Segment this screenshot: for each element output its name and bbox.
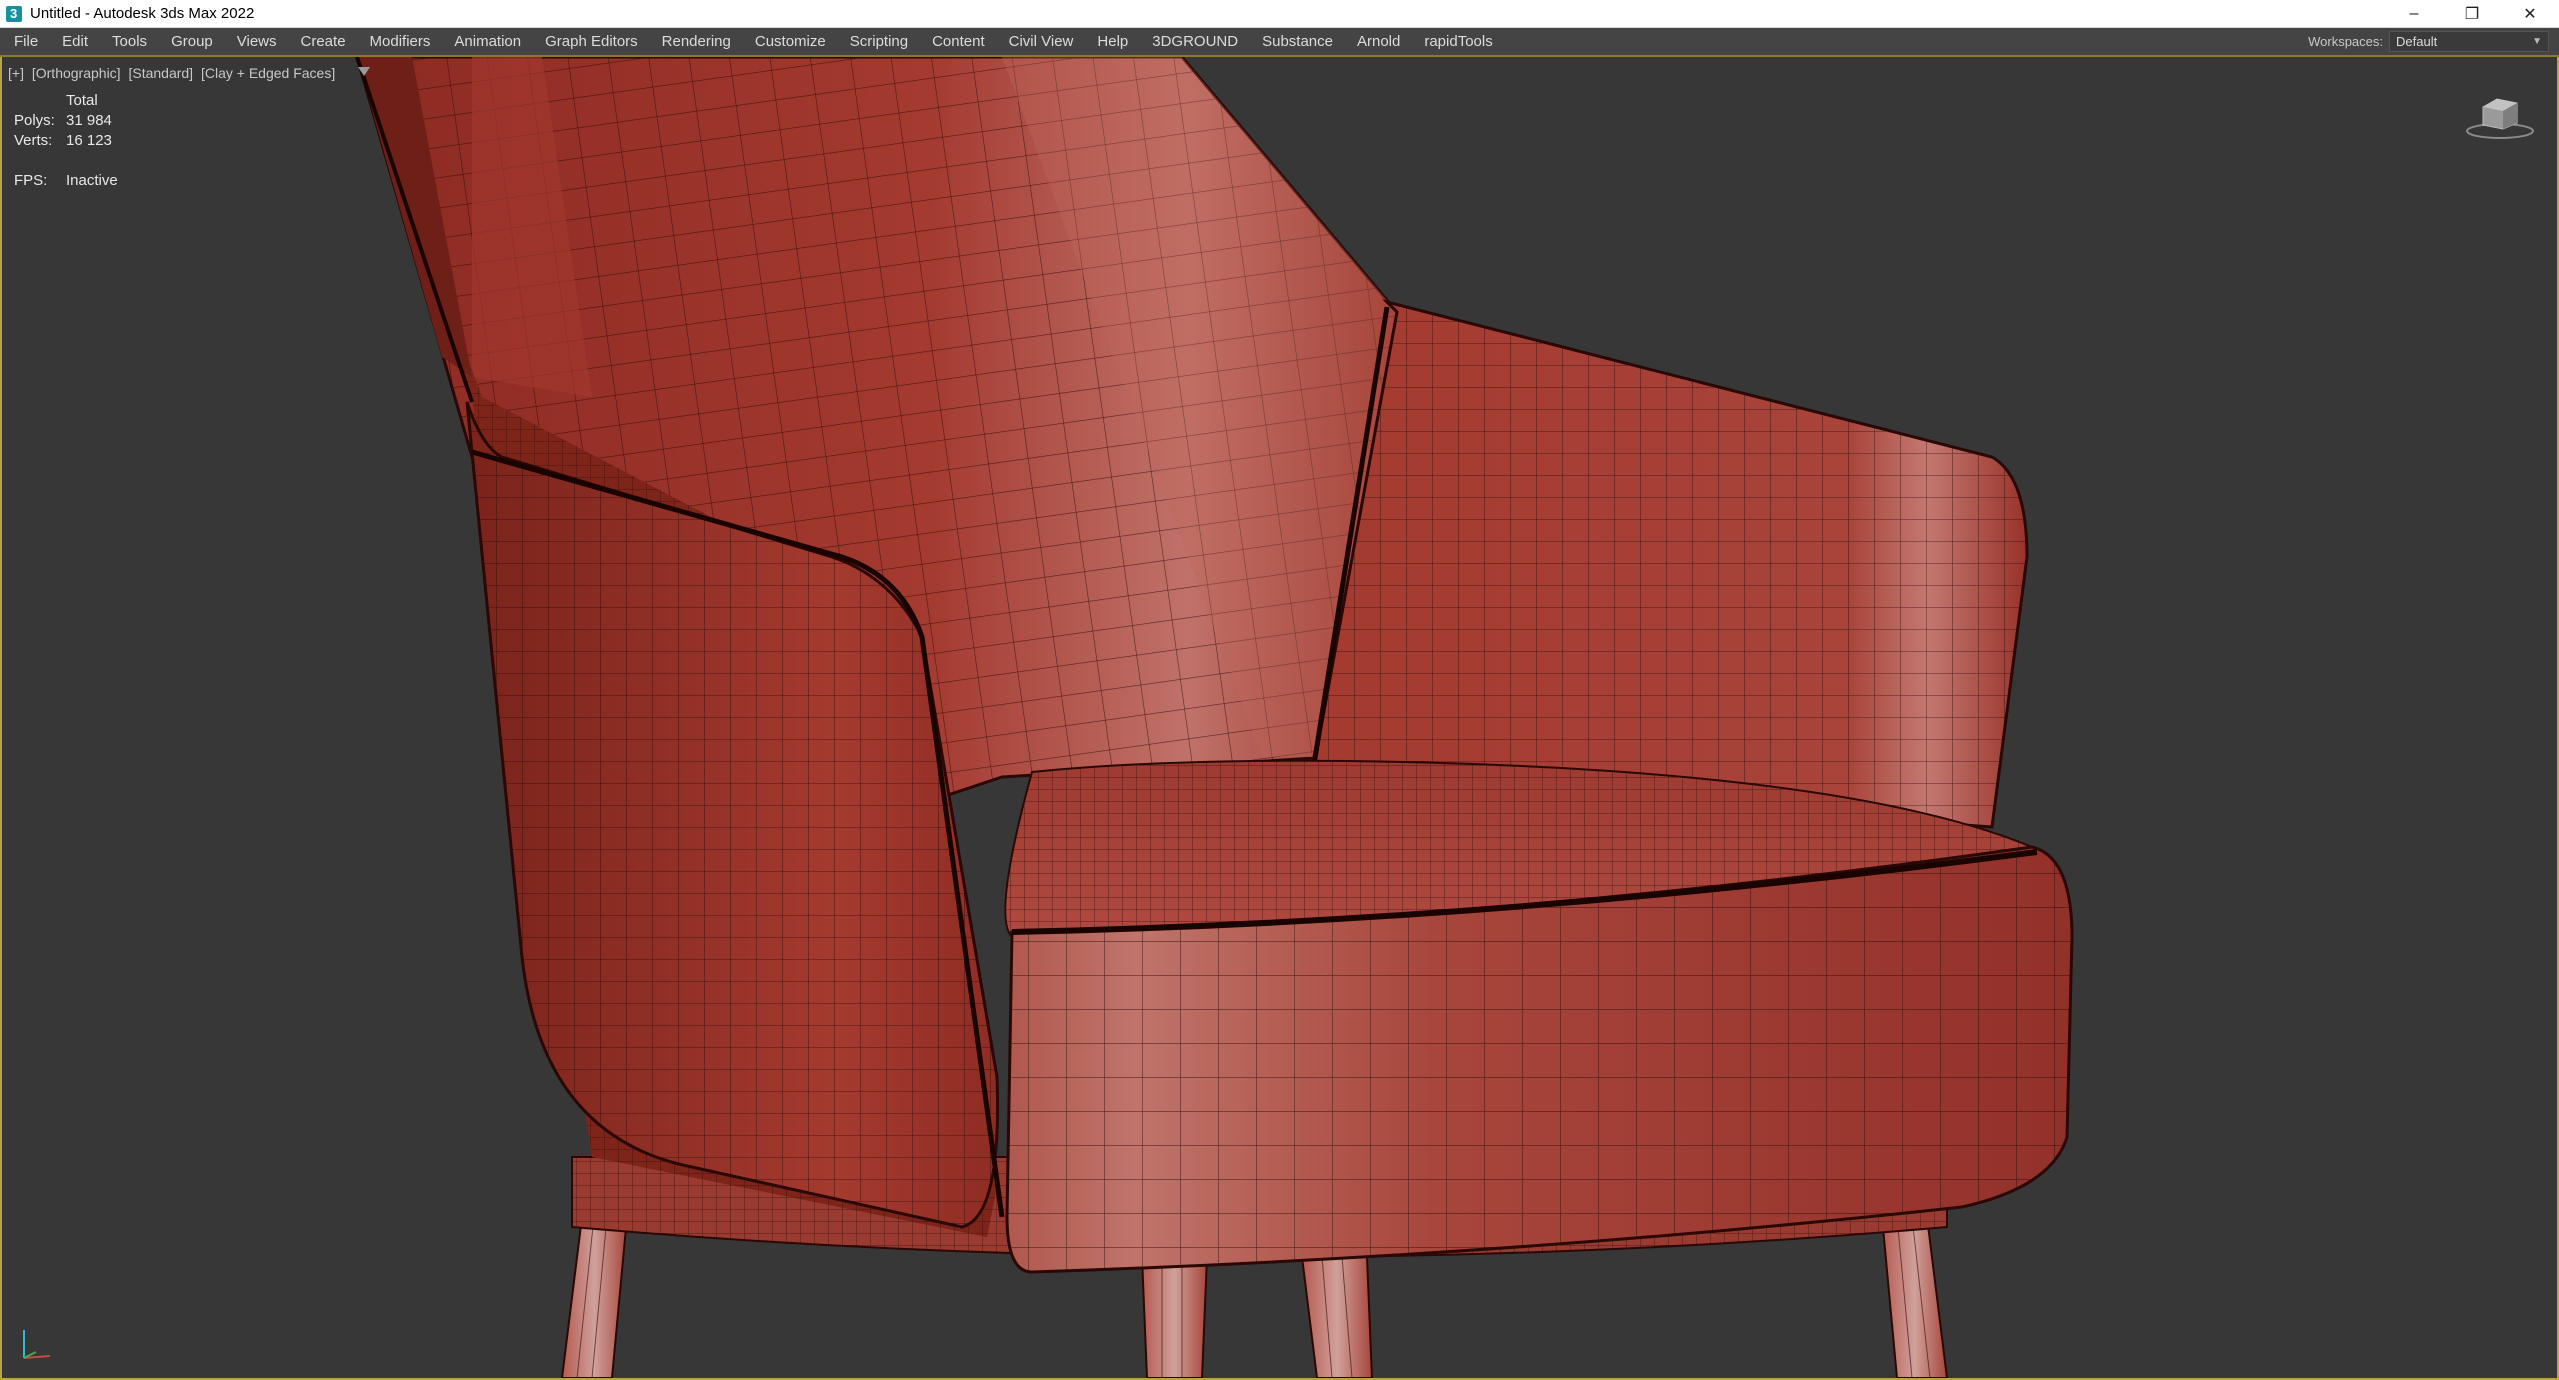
- perspective-viewport[interactable]: [+] [Orthographic] [Standard] [Clay + Ed…: [0, 57, 2559, 1380]
- verts-value: 16 123: [66, 132, 112, 149]
- window-title: Untitled - Autodesk 3ds Max 2022: [30, 5, 255, 22]
- menu-graph-editors[interactable]: Graph Editors: [533, 28, 650, 55]
- fps-value: Inactive: [66, 172, 118, 189]
- fps-label: FPS:: [14, 172, 48, 189]
- viewport-general-menu[interactable]: [+]: [8, 65, 24, 81]
- menu-rapidtools[interactable]: rapidTools: [1412, 28, 1504, 55]
- workspace-label: Workspaces:: [2308, 34, 2383, 49]
- title-bar: Untitled - Autodesk 3ds Max 2022 – ❐ ✕: [0, 0, 2559, 28]
- menu-tools[interactable]: Tools: [100, 28, 159, 55]
- menu-modifiers[interactable]: Modifiers: [358, 28, 443, 55]
- menu-civil-view[interactable]: Civil View: [997, 28, 1086, 55]
- workspace-selector: Workspaces: Default ▼: [2308, 28, 2549, 55]
- menu-customize[interactable]: Customize: [743, 28, 838, 55]
- chair-model-render[interactable]: [2, 57, 2557, 1378]
- menu-rendering[interactable]: Rendering: [650, 28, 743, 55]
- menu-content[interactable]: Content: [920, 28, 997, 55]
- menu-3dground[interactable]: 3DGROUND: [1140, 28, 1250, 55]
- chair-right-arm: [1309, 299, 2029, 829]
- polys-label: Polys:: [14, 112, 55, 129]
- main-menu-bar: File Edit Tools Group Views Create Modif…: [0, 28, 2559, 57]
- menu-help[interactable]: Help: [1085, 28, 1140, 55]
- workspace-value: Default: [2396, 34, 2438, 49]
- filter-icon[interactable]: [358, 67, 370, 76]
- window-controls: – ❐ ✕: [2385, 0, 2559, 28]
- viewport-statistics: Total Polys: 31 984 Verts: 16 123 FPS: Inac…: [14, 91, 118, 191]
- viewport-display-style-menu[interactable]: [Clay + Edged Faces]: [201, 65, 335, 81]
- chevron-down-icon: ▼: [2532, 36, 2542, 47]
- axis-tripod-icon: [23, 1330, 51, 1359]
- menu-substance[interactable]: Substance: [1250, 28, 1345, 55]
- menu-arnold[interactable]: Arnold: [1345, 28, 1412, 55]
- workspace-dropdown[interactable]: Default ▼: [2389, 31, 2549, 52]
- menu-scripting[interactable]: Scripting: [838, 28, 920, 55]
- viewport-shading-menu[interactable]: [Standard]: [128, 65, 193, 81]
- stats-header: Total: [66, 92, 98, 109]
- menu-group[interactable]: Group: [159, 28, 225, 55]
- close-button[interactable]: ✕: [2501, 0, 2559, 28]
- minimize-button[interactable]: –: [2385, 0, 2443, 28]
- menu-animation[interactable]: Animation: [442, 28, 533, 55]
- restore-button[interactable]: ❐: [2443, 0, 2501, 28]
- polys-value: 31 984: [66, 112, 112, 129]
- verts-label: Verts:: [14, 132, 53, 149]
- menu-create[interactable]: Create: [289, 28, 358, 55]
- menu-views[interactable]: Views: [225, 28, 289, 55]
- 3dsmax-app-icon[interactable]: [6, 5, 22, 22]
- menu-edit[interactable]: Edit: [50, 28, 100, 55]
- viewport-label-menu[interactable]: [+] [Orthographic] [Standard] [Clay + Ed…: [8, 65, 339, 81]
- viewcube-icon[interactable]: [2465, 93, 2535, 141]
- menu-file[interactable]: File: [0, 28, 50, 55]
- viewport-point-of-view-menu[interactable]: [Orthographic]: [32, 65, 121, 81]
